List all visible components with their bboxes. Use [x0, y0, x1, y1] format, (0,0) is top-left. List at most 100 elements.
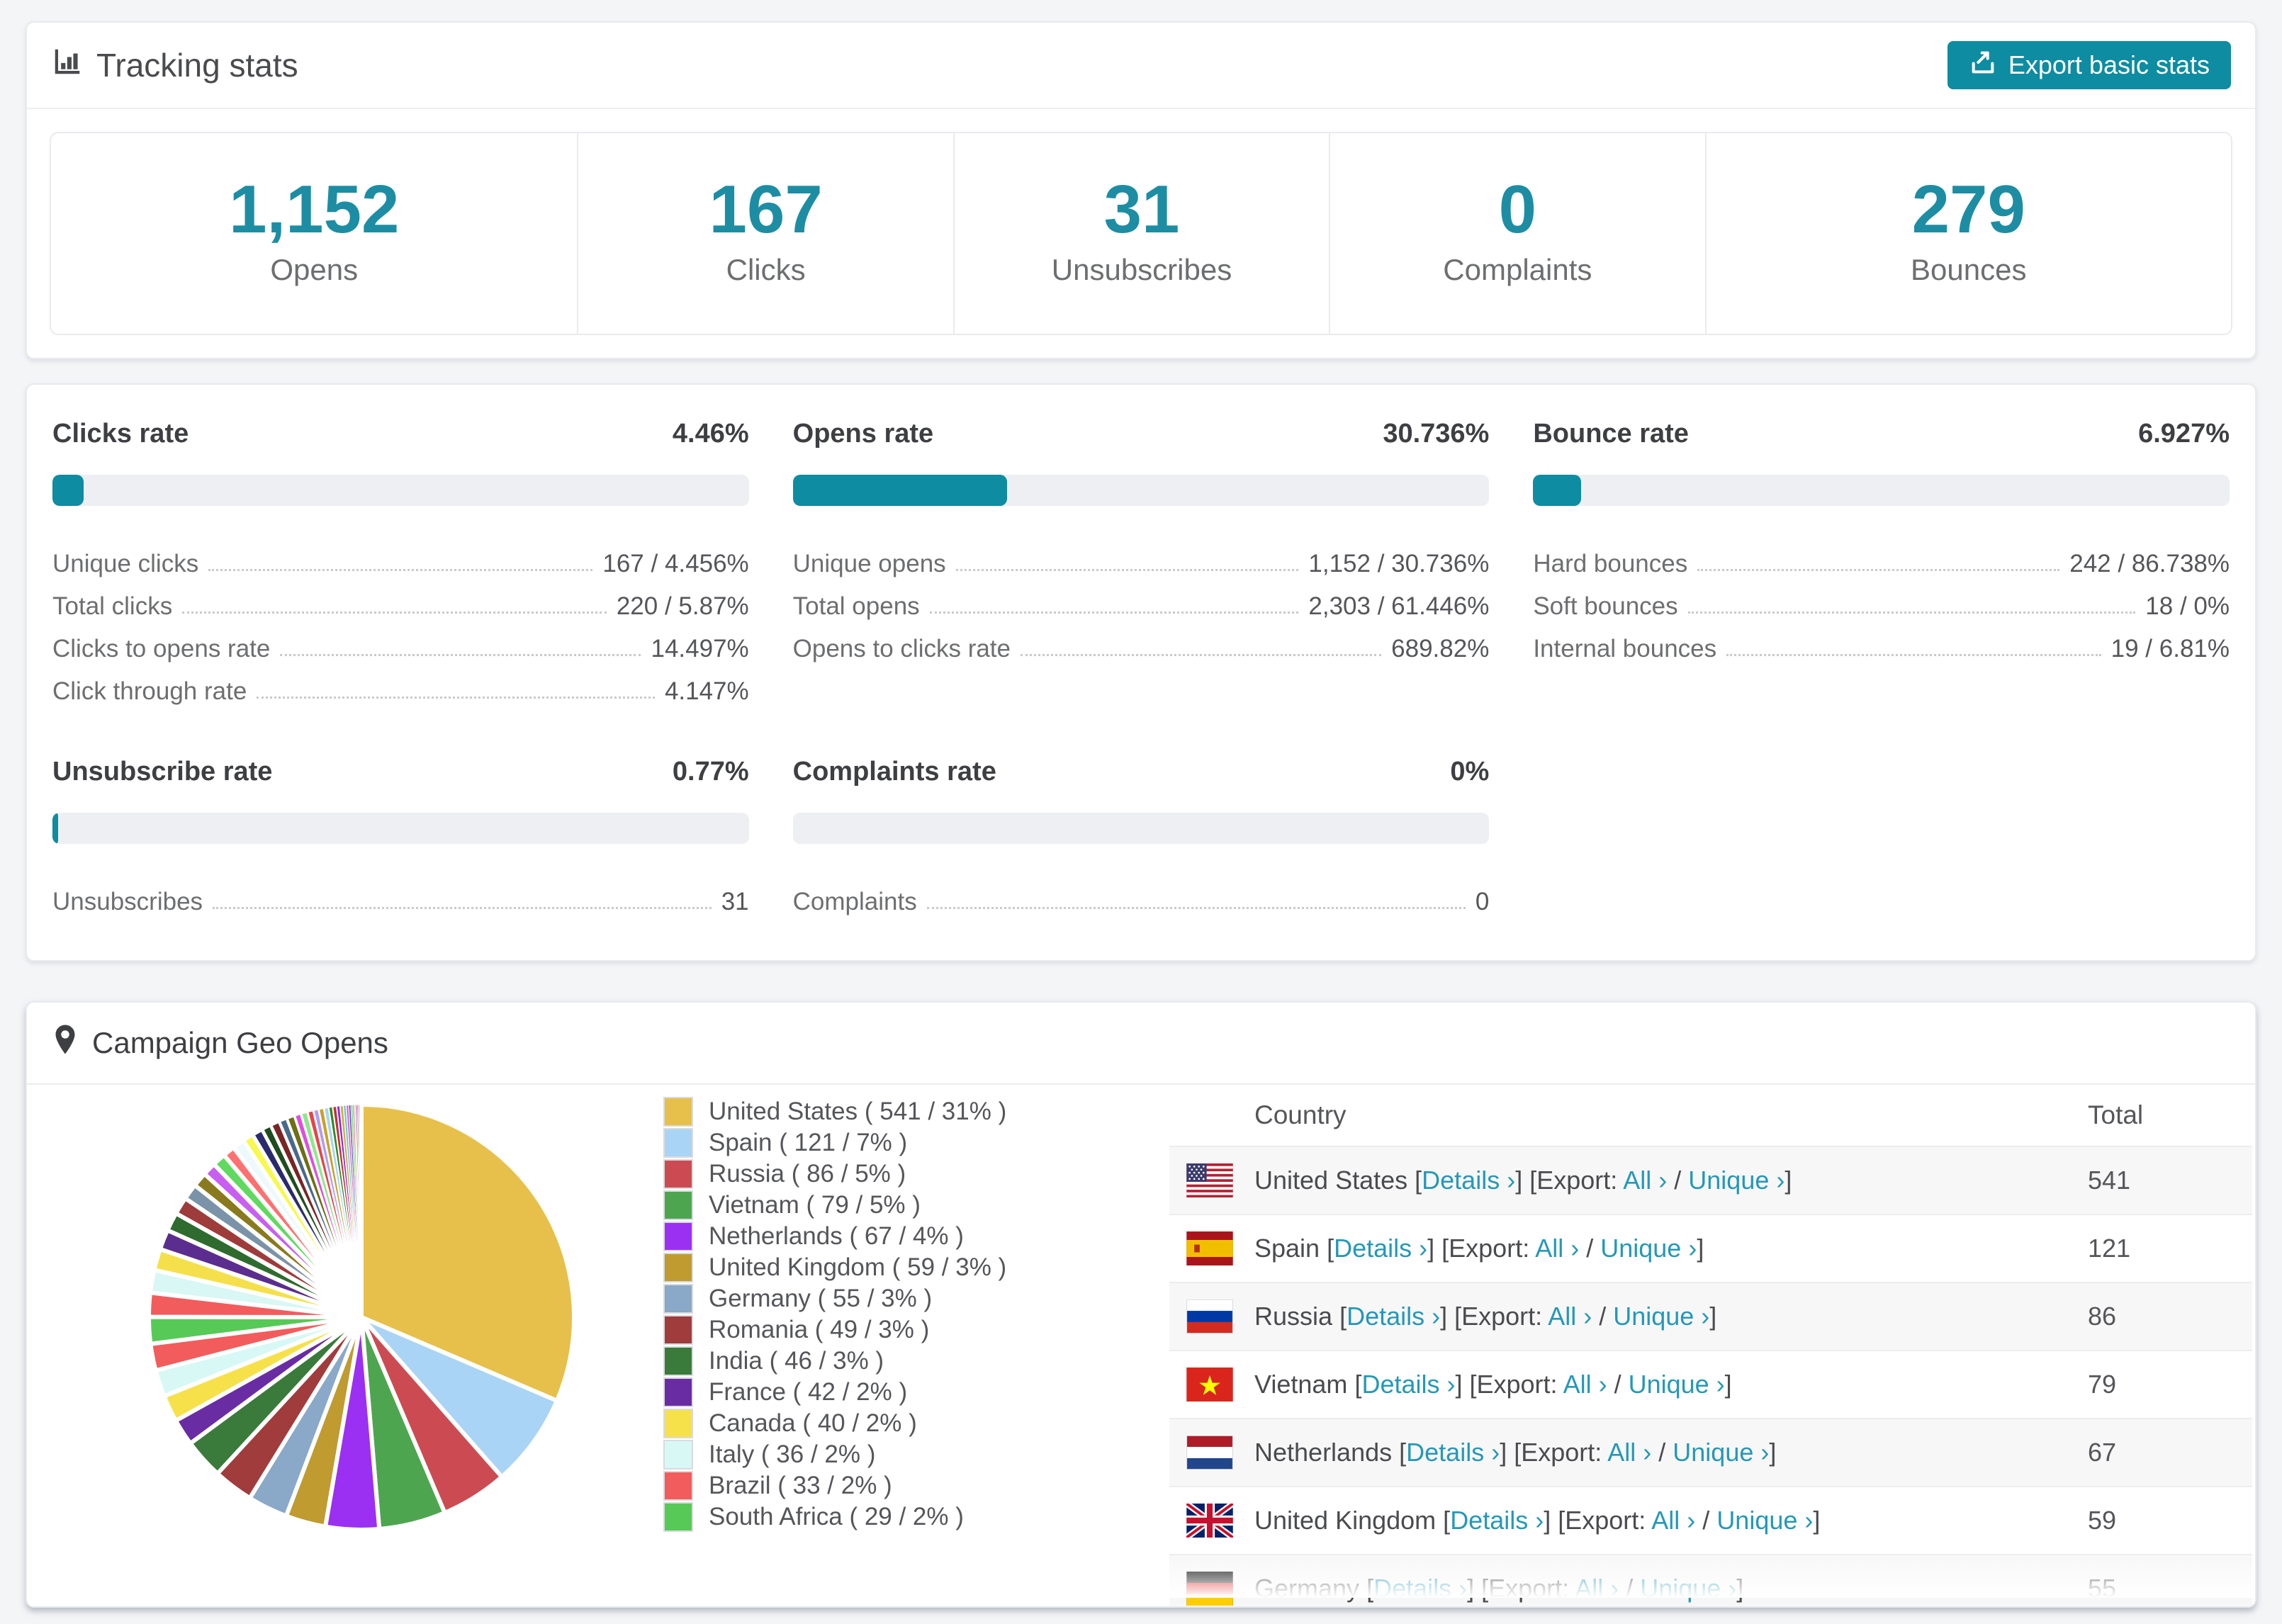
separator: / — [1667, 1165, 1689, 1195]
legend-label: Vietnam ( 79 / 5% ) — [709, 1190, 921, 1219]
rate-progress-fill — [52, 812, 58, 844]
rate-title: Unsubscribe rate — [52, 756, 273, 786]
legend-item-netherlands: Netherlands ( 67 / 4% ) — [663, 1221, 1006, 1252]
rate-detail-value: 31 — [721, 887, 749, 915]
stat-value: 31 — [1103, 171, 1180, 247]
export-unique-link[interactable]: Unique › — [1716, 1506, 1813, 1535]
export-all-link[interactable]: All › — [1623, 1166, 1667, 1195]
dotted-leader — [929, 611, 1299, 614]
legend-label: India ( 46 / 3% ) — [709, 1346, 884, 1375]
rate-block-complaints-rate: Complaints rate 0% Complaints 0 — [792, 756, 1490, 916]
stat-label: Unsubscribes — [1051, 252, 1232, 286]
legend-swatch — [663, 1221, 693, 1251]
country-cell: United Kingdom [Details ›] [Export: All … — [1254, 1506, 2088, 1535]
rate-detail-row: Internal bounces 19 / 6.81% — [1533, 621, 2230, 663]
rate-detail-value: 19 / 6.81% — [2110, 634, 2230, 662]
legend-swatch — [663, 1283, 693, 1314]
bracket: [ — [1327, 1233, 1334, 1263]
country-total: 541 — [2088, 1165, 2131, 1195]
rate-value: 0.77% — [672, 756, 749, 786]
legend-label: United Kingdom ( 59 / 3% ) — [709, 1253, 1007, 1281]
legend-item-russia: Russia ( 86 / 5% ) — [663, 1158, 1006, 1190]
bracket: ] — [1709, 1301, 1717, 1331]
rate-block-head: Bounce rate 6.927% — [1533, 419, 2230, 449]
export-all-link[interactable]: All › — [1651, 1506, 1695, 1535]
rate-block-opens-rate: Opens rate 30.736% Unique opens 1,152 / 30.… — [792, 418, 1490, 706]
flag-icon-us — [1169, 1163, 1254, 1197]
export-unique-link[interactable]: Unique › — [1600, 1234, 1697, 1263]
details-link[interactable]: Details › — [1406, 1438, 1500, 1467]
details-link[interactable]: Details › — [1450, 1506, 1544, 1535]
export-unique-link[interactable]: Unique › — [1629, 1370, 1725, 1399]
legend-label: Germany ( 55 / 3% ) — [709, 1284, 933, 1312]
dotted-leader — [1021, 653, 1382, 656]
export-unique-link[interactable]: Unique › — [1673, 1438, 1769, 1467]
legend-label: Spain ( 121 / 7% ) — [709, 1128, 908, 1156]
details-link[interactable]: Details › — [1422, 1166, 1515, 1195]
bar-chart-icon — [51, 45, 84, 86]
separator: / — [1592, 1301, 1614, 1331]
export-icon — [1969, 48, 1997, 83]
summary-stat-clicks: 167 Clicks — [577, 133, 952, 334]
summary-stats: 1,152 Opens 167 Clicks 31 Unsubscribes 0 Compla… — [50, 132, 2232, 335]
separator: / — [1607, 1369, 1629, 1399]
legend-swatch — [663, 1439, 693, 1470]
legend-swatch — [663, 1190, 693, 1220]
table-row-gb: United Kingdom [Details ›] [Export: All … — [1169, 1485, 2252, 1554]
country-cell: Russia [Details ›] [Export: All › / Uniq… — [1254, 1302, 2088, 1331]
legend-swatch — [663, 1408, 693, 1438]
legend-swatch — [663, 1252, 693, 1282]
dotted-leader — [208, 568, 593, 571]
country-total: 86 — [2088, 1301, 2117, 1331]
rate-detail-row: Soft bounces 18 / 0% — [1533, 578, 2230, 621]
legend-swatch — [663, 1127, 693, 1158]
dotted-leader — [182, 611, 607, 614]
export-all-link[interactable]: All › — [1607, 1438, 1651, 1467]
rate-blocks: Clicks rate 4.46% Unique clicks 167 / 4.456… — [52, 419, 2230, 916]
export-all-link[interactable]: All › — [1563, 1370, 1607, 1399]
export-all-link[interactable]: All › — [1535, 1234, 1579, 1263]
dotted-leader — [1697, 568, 2060, 571]
rate-value: 0% — [1450, 756, 1490, 786]
stat-value: 279 — [1911, 171, 2025, 247]
details-link[interactable]: Details › — [1347, 1302, 1440, 1331]
page-title: Tracking stats — [96, 47, 298, 84]
country-column-header: Country — [1254, 1100, 1347, 1129]
bracket: [ — [1415, 1165, 1422, 1195]
details-link[interactable]: Details › — [1361, 1370, 1455, 1399]
details-link[interactable]: Details › — [1334, 1234, 1427, 1263]
dotted-leader — [1726, 653, 2101, 656]
rate-detail-label: Soft bounces — [1533, 592, 1678, 620]
export-basic-stats-button[interactable]: Export basic stats — [1947, 41, 2231, 89]
geo-opens-header: Campaign Geo Opens — [27, 1003, 2255, 1085]
export-unique-link[interactable]: Unique › — [1640, 1574, 1736, 1603]
dotted-leader — [213, 906, 712, 909]
flag-icon-vn — [1169, 1367, 1254, 1402]
rate-block-head: Unsubscribe rate 0.77% — [52, 757, 749, 787]
rate-progress-track — [52, 474, 749, 506]
export-all-link[interactable]: All › — [1575, 1574, 1619, 1603]
rate-detail-label: Unsubscribes — [52, 887, 203, 915]
bracket: ] — [1769, 1437, 1777, 1467]
tracking-stats-card: Tracking stats Export basic stats 1,152 O… — [26, 21, 2256, 359]
rate-detail-value: 4.147% — [664, 677, 749, 705]
map-pin-icon — [52, 1024, 78, 1062]
stat-value: 0 — [1498, 171, 1537, 247]
country-total: 79 — [2088, 1369, 2117, 1399]
rate-value: 30.736% — [1383, 418, 1490, 449]
country-cell: Germany [Details ›] [Export: All › / Uni… — [1254, 1574, 2088, 1603]
legend-swatch — [663, 1346, 693, 1376]
export-unique-link[interactable]: Unique › — [1613, 1302, 1709, 1331]
geo-table: Country Total United States [Details ›] … — [1169, 1085, 2252, 1606]
legend-swatch — [663, 1158, 693, 1189]
rate-detail-row: Clicks to opens rate 14.497% — [52, 621, 749, 663]
flag-icon-ru — [1169, 1299, 1254, 1333]
separator: / — [1651, 1437, 1673, 1467]
export-unique-link[interactable]: Unique › — [1688, 1166, 1784, 1195]
rate-detail-row: Click through rate 4.147% — [52, 663, 749, 706]
bracket: ] — [1697, 1233, 1704, 1263]
dotted-leader — [955, 568, 1299, 571]
legend-label: Italy ( 36 / 2% ) — [709, 1440, 876, 1468]
export-all-link[interactable]: All › — [1548, 1302, 1592, 1331]
details-link[interactable]: Details › — [1373, 1574, 1467, 1603]
